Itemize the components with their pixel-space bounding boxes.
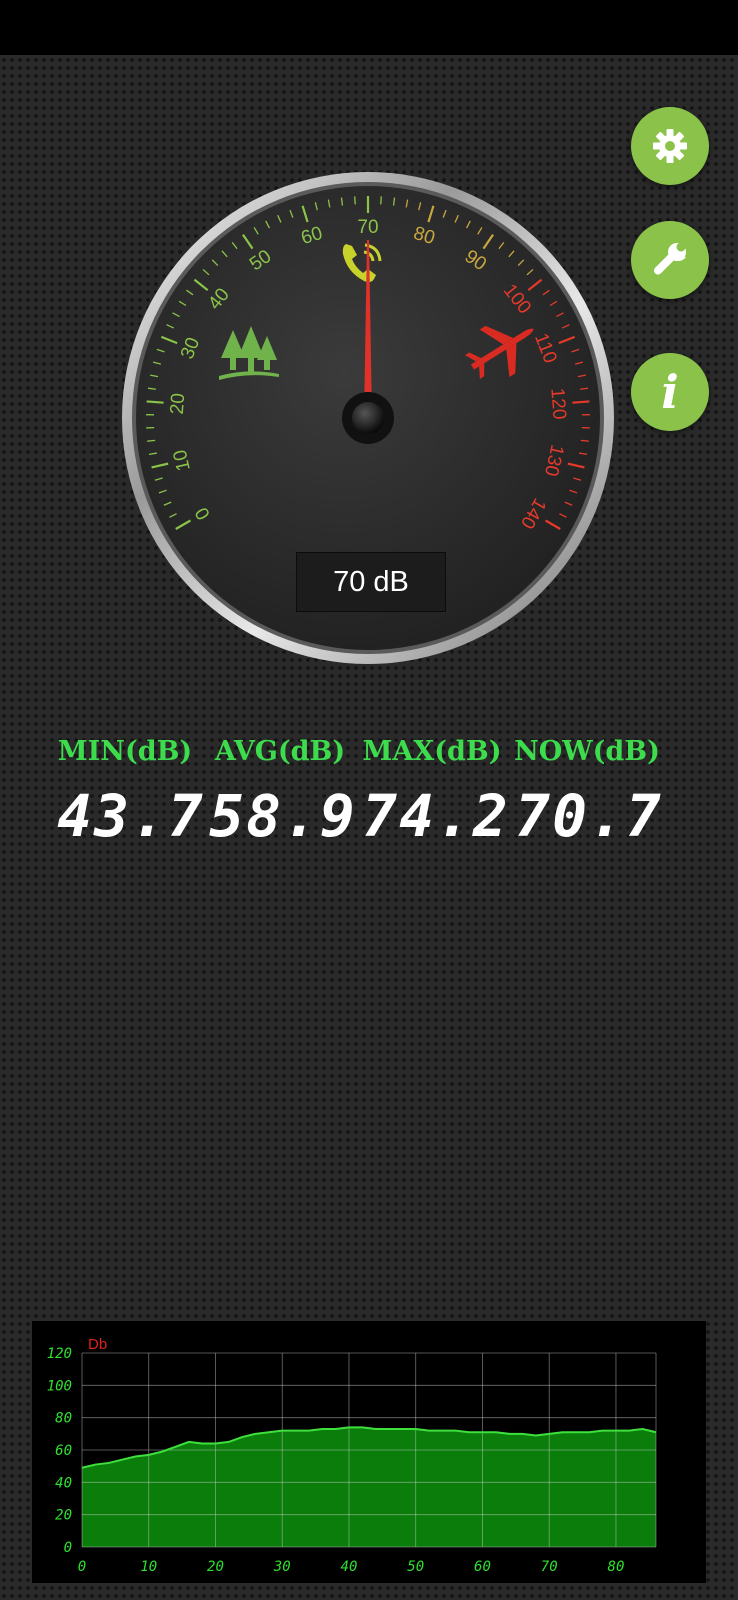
tools-button[interactable]: [631, 221, 709, 299]
min-value: 43.7: [57, 782, 205, 850]
gauge-tick-label: 20: [167, 392, 190, 415]
gauge-tick: [572, 400, 590, 404]
x-tick-label: 10: [140, 1559, 157, 1575]
stats-values-row: 43.7 58.9 74.2 70.7: [0, 786, 738, 846]
y-tick-label: 80: [55, 1411, 72, 1427]
max-value: 74.2: [362, 782, 510, 850]
status-bar: [0, 0, 738, 55]
y-tick-label: 120: [47, 1346, 72, 1362]
y-tick-label: 20: [55, 1508, 72, 1524]
gear-icon: [653, 129, 687, 163]
gauge-tick: [580, 439, 589, 442]
info-button[interactable]: i: [631, 353, 709, 431]
decibel-readout: 70 dB: [296, 552, 446, 612]
gauge-tick: [146, 400, 164, 404]
x-tick-label: 80: [608, 1559, 625, 1575]
decibel-history-chart: 0 20 40 60 80 100 120 0 10 20 30 40 50 60 70 80 Db: [32, 1321, 706, 1583]
avg-label: AVG(dB): [214, 736, 346, 767]
gauge-tick: [147, 439, 156, 442]
avg-value: 58.9: [209, 782, 357, 850]
stats-labels-row: MIN(dB) AVG(dB) MAX(dB) NOW(dB): [0, 736, 738, 772]
min-label: MIN(dB): [57, 736, 193, 767]
x-tick-label: 60: [474, 1559, 491, 1575]
info-icon: i: [661, 365, 679, 419]
x-tick-label: 30: [273, 1559, 291, 1575]
max-label: MAX(dB): [362, 736, 502, 767]
x-tick-label: 20: [207, 1559, 224, 1575]
now-value: 70.7: [515, 782, 663, 850]
gauge-tick-label: 70: [357, 217, 378, 238]
now-label: NOW(dB): [514, 736, 660, 767]
x-tick-label: 0: [78, 1559, 86, 1575]
y-tick-label: 40: [55, 1475, 72, 1491]
x-tick-label: 40: [341, 1559, 358, 1575]
y-tick-label: 0: [64, 1540, 72, 1556]
y-tick-label: 60: [55, 1443, 72, 1459]
x-tick-label: 70: [541, 1559, 558, 1575]
wrench-icon: [653, 242, 686, 275]
y-tick-label: 100: [47, 1378, 72, 1394]
y-axis-unit-label: Db: [88, 1336, 107, 1353]
settings-button[interactable]: [631, 107, 709, 185]
chart-area: [82, 1427, 656, 1547]
x-tick-label: 50: [407, 1559, 424, 1575]
gauge-tick-label: 120: [546, 387, 569, 420]
